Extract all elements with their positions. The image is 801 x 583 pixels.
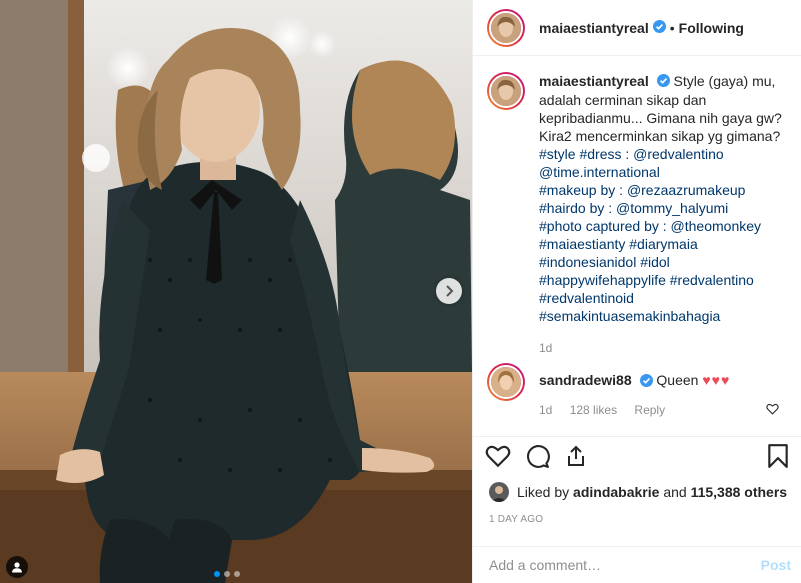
following-button[interactable]: Following: [679, 20, 744, 36]
verified-badge-icon: [652, 19, 666, 36]
tagged-users-button[interactable]: [6, 556, 28, 578]
caption-body: maiaestiantyreal Style (gaya) mu, adalah…: [539, 72, 791, 357]
comment-like-button[interactable]: [766, 402, 779, 418]
avatar-image: [489, 482, 509, 502]
caption-tags-line[interactable]: #redvalentinoid: [539, 289, 791, 307]
add-comment-bar: Post: [473, 546, 801, 583]
caption-tags-line[interactable]: #happywifehappylife #redvalentino: [539, 271, 791, 289]
comment-username[interactable]: sandradewi88: [539, 372, 632, 388]
caption: maiaestiantyreal Style (gaya) mu, adalah…: [487, 72, 791, 357]
carousel-dot: [234, 571, 240, 577]
user-tag-icon: [12, 562, 22, 573]
liked-by-count[interactable]: 115,388 others: [691, 484, 788, 500]
verified-badge-icon: [656, 73, 670, 91]
heart-icon: [485, 445, 511, 468]
carousel-dot-active: [214, 571, 220, 577]
comment-icon: [527, 444, 550, 468]
liked-by-prefix: Liked by: [517, 484, 570, 500]
action-bar: [473, 436, 801, 478]
comment-avatar[interactable]: [487, 363, 525, 402]
comment-item: sandradewi88 Queen ♥♥♥ 1d 128 likes Repl…: [487, 363, 791, 418]
carousel-indicator: [214, 571, 240, 577]
heart-icon: [766, 403, 779, 415]
post-header: maiaestiantyreal • Following: [473, 0, 801, 56]
caption-username[interactable]: maiaestiantyreal: [539, 73, 649, 89]
liked-by: Liked by adindabakrie and 115,388 others: [489, 482, 787, 502]
comment-reply-button[interactable]: Reply: [634, 403, 665, 417]
liked-by-and: and: [663, 484, 687, 500]
next-slide-button[interactable]: [436, 278, 462, 304]
caption-avatar[interactable]: [487, 72, 525, 110]
caption-tags-line[interactable]: #hairdo by : @tommy_halyumi: [539, 199, 791, 217]
comment-age[interactable]: 1d: [539, 403, 552, 417]
post-comment-button[interactable]: Post: [761, 557, 791, 573]
photo-image: [0, 0, 472, 583]
comments-list[interactable]: maiaestiantyreal Style (gaya) mu, adalah…: [487, 72, 791, 434]
caption-age[interactable]: 1d: [539, 339, 791, 357]
comment-button[interactable]: [525, 444, 550, 472]
bookmark-icon: [768, 444, 788, 468]
like-button[interactable]: [485, 444, 511, 471]
comment-likes[interactable]: 128 likes: [570, 403, 617, 417]
save-button[interactable]: [767, 443, 789, 472]
header-separator: •: [669, 19, 675, 36]
chevron-right-icon: [446, 285, 454, 297]
comment-text: Queen: [656, 372, 699, 389]
post-side-panel: maiaestiantyreal • Following maiaestiant…: [472, 0, 801, 583]
caption-tags-line[interactable]: @time.international: [539, 163, 791, 181]
comment-body: sandradewi88 Queen ♥♥♥ 1d 128 likes Repl…: [539, 371, 730, 418]
header-avatar[interactable]: [487, 8, 525, 47]
avatar-image: [491, 12, 521, 43]
caption-tags-line[interactable]: #semakintuasemakinbahagia: [539, 307, 791, 325]
verified-badge-icon: [639, 373, 653, 391]
post-timestamp[interactable]: 1 DAY AGO: [489, 514, 543, 525]
comment-input[interactable]: [489, 557, 761, 573]
caption-tags-line[interactable]: #photo captured by : @theomonkey: [539, 217, 791, 235]
comment-meta: 1d 128 likes Reply: [539, 401, 730, 419]
post-photo[interactable]: [0, 0, 472, 583]
carousel-dot: [224, 571, 230, 577]
caption-tags-line[interactable]: #makeup by : @rezaazrumakeup: [539, 181, 791, 199]
comment-emoji: ♥♥♥: [702, 372, 731, 389]
share-button[interactable]: [564, 444, 588, 471]
share-icon: [568, 445, 584, 466]
caption-tags-line[interactable]: #style #dress : @redvalentino: [539, 145, 791, 163]
caption-tags-line[interactable]: #maiaestianty #diarymaia: [539, 235, 791, 253]
header-username[interactable]: maiaestiantyreal: [539, 20, 649, 36]
avatar-image: [491, 367, 521, 398]
liked-by-user[interactable]: adindabakrie: [573, 484, 659, 500]
avatar-image: [491, 76, 521, 106]
caption-tags-line[interactable]: #indonesianidol #idol: [539, 253, 791, 271]
liker-avatar[interactable]: [489, 482, 509, 502]
